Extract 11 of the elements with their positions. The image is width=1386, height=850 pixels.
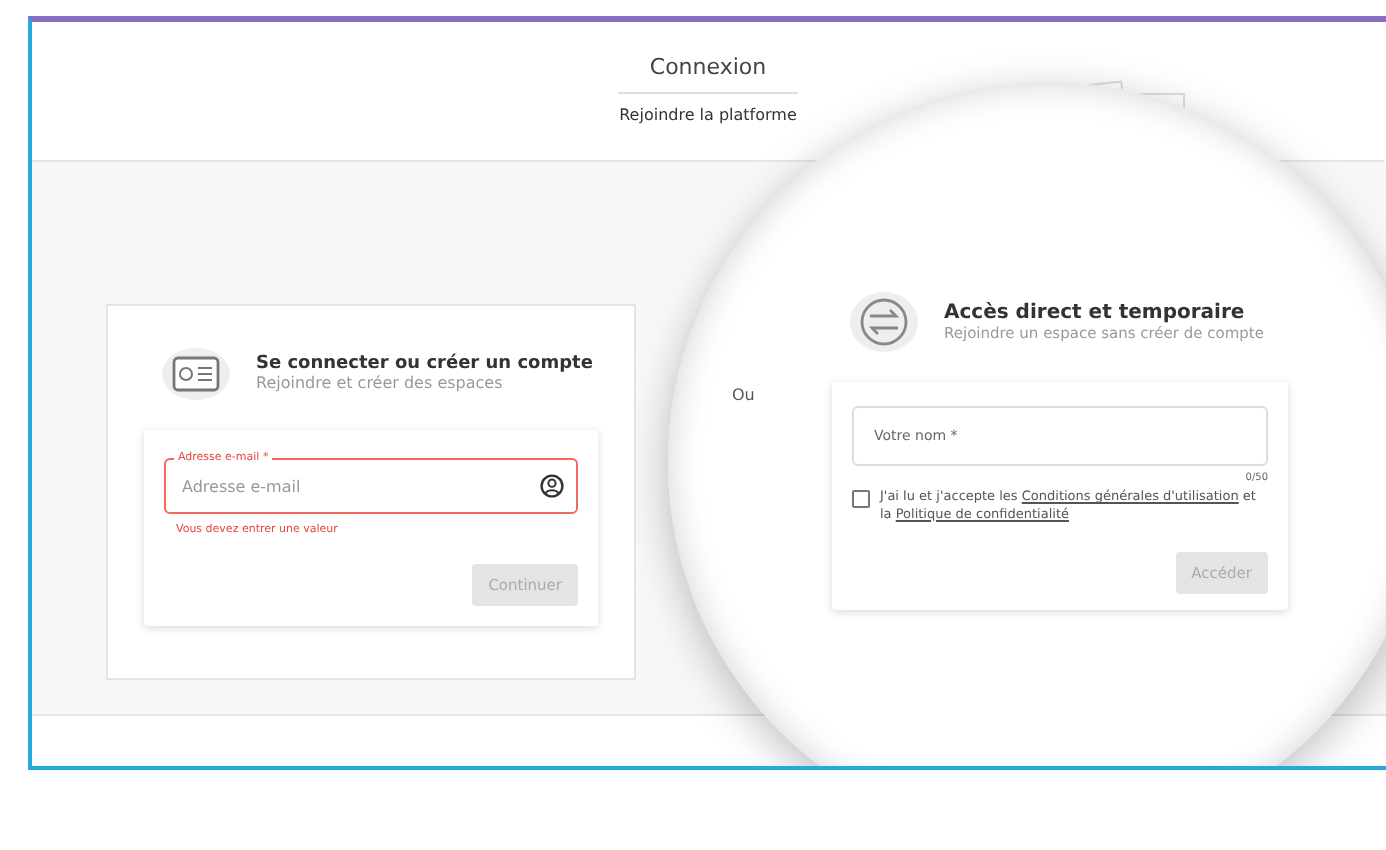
email-input[interactable]: Adresse e-mail — [178, 475, 540, 497]
separator-text: Ou — [732, 386, 757, 404]
arrows-icon — [848, 290, 920, 354]
terms-checkbox[interactable] — [852, 490, 870, 508]
login-subtitle: Rejoindre et créer des espaces — [256, 373, 505, 391]
user-icon — [540, 474, 564, 498]
page-subtitle: Rejoindre la platforme — [619, 106, 797, 124]
id-card-icon — [160, 342, 232, 402]
email-field[interactable]: Adresse e-mail — [164, 458, 578, 514]
login-title: Se connecter ou créer un compte — [256, 353, 593, 373]
guest-title: Accès direct et temporaire — [944, 302, 1247, 324]
